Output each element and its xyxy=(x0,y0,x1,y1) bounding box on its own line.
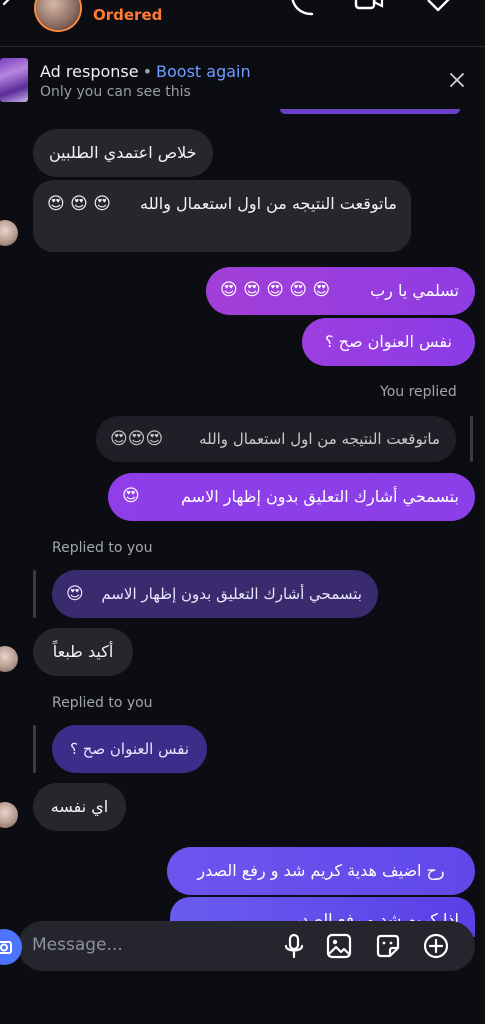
incoming-message[interactable]: ماتوقعت النتيجه من اول استعمال والله 😍 😍… xyxy=(33,180,411,252)
video-call-icon[interactable] xyxy=(354,0,384,22)
outgoing-message[interactable]: تسلمي يا رب 😍 😍 😍 😍 😍 xyxy=(206,267,475,315)
sticker-icon[interactable] xyxy=(374,932,402,960)
sender-avatar[interactable] xyxy=(0,646,18,672)
message-text: خلاص اعتمدي الطلبين xyxy=(49,143,197,162)
message-text: أكيد طبعاً xyxy=(52,642,114,661)
tag-icon[interactable] xyxy=(424,0,454,22)
reply-indicator: You replied xyxy=(380,384,457,400)
add-icon[interactable] xyxy=(422,932,450,960)
outgoing-message[interactable]: بتسمحي أشارك التعليق بدون إظهار الاسم 😍 xyxy=(108,473,475,521)
ad-response-title: Ad response • Boost again xyxy=(40,62,251,81)
ad-visibility-note: Only you can see this xyxy=(40,84,191,100)
quoted-text: نفس العنوان صح ؟ xyxy=(69,740,189,758)
close-icon[interactable] xyxy=(450,73,464,87)
contact-avatar[interactable] xyxy=(36,0,80,30)
emoji-text: 😍 xyxy=(122,486,140,506)
boost-again-link[interactable]: Boost again xyxy=(156,62,251,81)
reply-indicator: Replied to you xyxy=(52,695,153,711)
sender-avatar[interactable] xyxy=(0,802,18,828)
ad-response-label: Ad response xyxy=(40,62,139,81)
header-divider xyxy=(0,46,485,47)
quoted-message[interactable]: بتسمحي أشارك التعليق بدون إظهار الاسم 😍 xyxy=(52,570,378,618)
emoji-line: 😍 😍 😍 xyxy=(47,193,111,215)
reply-bar xyxy=(33,725,36,773)
emoji-text: 😍 😍 😍 xyxy=(47,194,111,214)
emoji-text: 😍 xyxy=(66,584,84,604)
order-status-label: Ordered xyxy=(93,6,163,24)
message-text: رح اضيف هدية كريم شد و رفع الصدر xyxy=(197,861,445,880)
reply-bar xyxy=(33,570,36,618)
microphone-icon[interactable] xyxy=(280,932,308,960)
incoming-message[interactable]: أكيد طبعاً xyxy=(33,628,133,676)
message-text: ماتوقعت النتيجه من اول استعمال والله xyxy=(140,194,397,213)
quoted-text: ماتوقعت النتيجه من اول استعمال والله xyxy=(199,430,440,448)
gallery-icon[interactable] xyxy=(325,932,353,960)
sender-avatar[interactable] xyxy=(0,220,18,246)
quoted-text: بتسمحي أشارك التعليق بدون إظهار الاسم xyxy=(101,585,362,603)
camera-button[interactable] xyxy=(0,929,22,965)
camera-icon xyxy=(0,941,12,954)
message-input[interactable]: Message... xyxy=(32,935,123,955)
reply-indicator: Replied to you xyxy=(52,540,153,556)
chat-header: Ordered xyxy=(0,0,485,46)
quoted-message[interactable]: نفس العنوان صح ؟ xyxy=(52,725,207,773)
ad-preview-strip xyxy=(280,109,460,114)
ad-separator: • xyxy=(142,62,153,81)
message-text: تسلمي يا رب xyxy=(370,281,459,300)
incoming-message[interactable]: اي نفسه xyxy=(33,783,126,831)
phone-icon[interactable] xyxy=(286,0,316,22)
emoji-text: 😍😍😍 xyxy=(110,429,164,449)
quoted-message[interactable]: ماتوقعت النتيجه من اول استعمال والله 😍😍😍 xyxy=(96,416,456,462)
reply-bar xyxy=(470,416,473,462)
ad-thumbnail[interactable] xyxy=(0,58,28,102)
outgoing-message[interactable]: رح اضيف هدية كريم شد و رفع الصدر xyxy=(167,847,475,895)
emoji-text: 😍 😍 😍 😍 😍 xyxy=(220,280,331,300)
message-text: نفس العنوان صح ؟ xyxy=(325,332,452,351)
outgoing-message[interactable]: نفس العنوان صح ؟ xyxy=(302,318,475,366)
back-arrow-icon[interactable] xyxy=(0,0,18,14)
incoming-message[interactable]: خلاص اعتمدي الطلبين xyxy=(33,129,213,177)
message-text: اي نفسه xyxy=(50,797,109,816)
message-text: بتسمحي أشارك التعليق بدون إظهار الاسم xyxy=(181,487,459,506)
